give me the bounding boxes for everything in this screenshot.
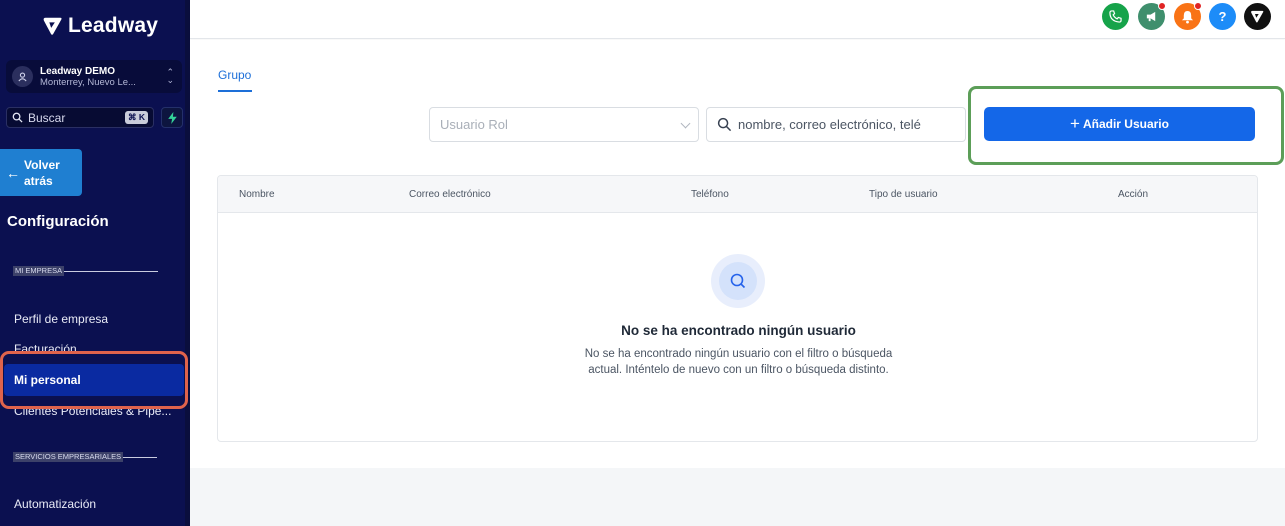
section-label: SERVICIOS EMPRESARIALES [13,452,124,462]
help-icon: ? [1218,9,1227,24]
section-header-servicios: SERVICIOS EMPRESARIALES [13,452,158,462]
back-button[interactable]: ← Volver atrás [0,149,82,196]
notifications-button[interactable] [1174,2,1202,30]
search-icon [717,117,732,132]
help-button[interactable]: ? [1209,3,1236,30]
user-search-box[interactable] [706,107,966,142]
app-logo[interactable]: Leadway [42,14,158,38]
phone-icon [1109,10,1122,23]
user-search-input[interactable] [738,117,958,132]
section-divider [123,456,158,458]
account-location: Monterrey, Nuevo Le... [40,76,136,88]
leadway-logo-icon [43,17,62,35]
section-header-mi-empresa: MI EMPRESA [13,266,159,276]
section-divider [64,270,159,272]
sidebar-item-automatizacion[interactable]: Automatización [14,497,96,511]
notification-badge [1158,2,1166,10]
empty-state-title: No se ha encontrado ningún usuario [621,323,856,338]
content-panel: Grupo Usuario Rol + Añadir Usuario Nombr… [190,40,1285,468]
empty-state-description: No se ha encontrado ningún usuario con e… [218,346,1257,378]
settings-title: Configuración [7,213,109,230]
sidebar-search[interactable]: Buscar ⌘ K [6,107,154,128]
column-header-accion[interactable]: Acción [1118,189,1148,200]
megaphone-icon [1146,11,1156,22]
bell-icon [1181,10,1194,23]
arrow-left-icon: ← [6,164,20,181]
users-table: Nombre Correo electrónico Teléfono Tipo … [217,175,1258,442]
main-area: Grupo Usuario Rol + Añadir Usuario Nombr… [190,40,1285,526]
chevron-down-icon [680,118,691,129]
leadway-logo-icon [1251,10,1264,23]
column-header-nombre[interactable]: Nombre [239,189,275,200]
highlight-annotation-green [968,86,1284,165]
role-filter-select[interactable]: Usuario Rol [429,107,699,142]
sidebar-item-perfil-de-empresa[interactable]: Perfil de empresa [14,312,108,326]
column-header-tipo-de-usuario[interactable]: Tipo de usuario [869,189,938,200]
chevron-updown-icon: ⌃ ⌄ [166,67,174,85]
back-button-label: Volver atrás [24,157,60,188]
quick-actions-button[interactable] [161,107,183,128]
search-shortcut: ⌘ K [125,111,148,124]
phone-button[interactable] [1102,3,1129,30]
column-header-telefono[interactable]: Teléfono [691,189,729,200]
notification-badge [1194,2,1202,10]
tab-grupo[interactable]: Grupo [218,68,251,82]
empty-state-line-1: No se ha encontrado ningún usuario con e… [584,348,893,360]
app-logo-text: Leadway [68,14,159,37]
account-name: Leadway DEMO [40,65,116,77]
search-icon [730,273,746,289]
announcements-button[interactable] [1138,2,1166,30]
search-label: Buscar [28,110,66,125]
tab-active-indicator [218,90,252,92]
top-bar: ? [190,0,1285,39]
profile-button[interactable] [1244,3,1271,30]
lightning-icon [167,111,177,124]
column-header-correo[interactable]: Correo electrónico [409,189,491,200]
empty-state-line-2: actual. Inténtelo de nuevo con un filtro… [588,364,889,376]
section-label: MI EMPRESA [13,266,65,276]
role-filter-placeholder: Usuario Rol [440,117,508,132]
account-switcher[interactable]: Leadway DEMO Monterrey, Nuevo Le... ⌃ ⌄ [6,60,182,93]
empty-state-icon [711,254,765,308]
table-header: Nombre Correo electrónico Teléfono Tipo … [218,176,1257,213]
location-avatar-icon [12,66,33,87]
highlight-annotation-red [0,351,188,409]
search-icon [12,112,23,123]
sidebar: Leadway Leadway DEMO Monterrey, Nuevo Le… [0,0,190,526]
